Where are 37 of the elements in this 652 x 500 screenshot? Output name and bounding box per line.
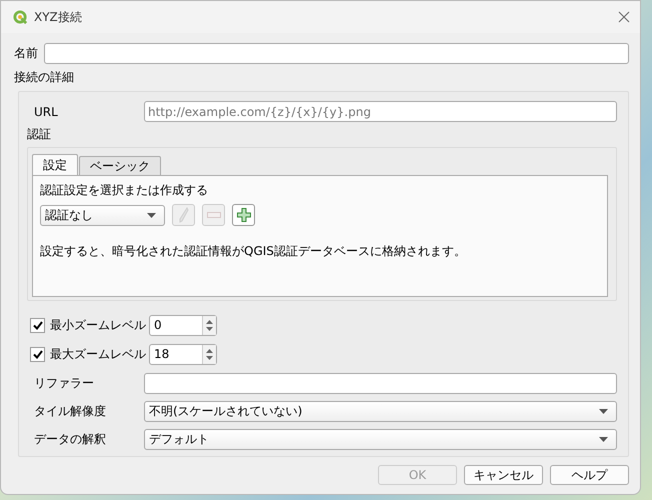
tab[interactable]: 設定	[32, 154, 78, 176]
caret-icon	[147, 212, 156, 218]
auth-config-dropdown[interactable]: 認証なし	[40, 204, 165, 226]
minus-icon	[206, 212, 220, 218]
add-button[interactable]	[232, 204, 255, 226]
url-input[interactable]: http://example.com/{z}/{x}/{y}.png	[144, 101, 617, 122]
checkbox-label: 最小ズームレベル	[49, 317, 147, 334]
caret-icon	[599, 409, 608, 414]
name-input[interactable]	[44, 43, 629, 64]
field-label: 名前	[14, 45, 38, 62]
check-icon	[32, 350, 42, 359]
field-label: データの解釈	[34, 431, 107, 448]
field-label: リファラー	[34, 375, 95, 392]
referer-input[interactable]	[144, 373, 617, 394]
tab[interactable]: ベーシック	[79, 156, 161, 176]
checkbox[interactable]	[30, 318, 45, 333]
app-logo-icon	[13, 10, 28, 24]
spin-box[interactable]: 18	[149, 344, 217, 365]
check-icon	[32, 321, 42, 330]
info-text: 設定すると、暗号化された認証情報がQGIS認証データベースに格納されます。	[40, 243, 467, 260]
field-label: URL	[34, 104, 59, 118]
spin-box[interactable]: 0	[149, 315, 217, 336]
dropdown[interactable]: 不明(スケールされていない)	[144, 401, 617, 422]
pencil-icon	[178, 207, 188, 223]
field-label: タイル解像度	[34, 403, 107, 420]
dialog-button[interactable]: ヘルプ	[550, 465, 629, 485]
section-title: 接続の詳細	[14, 69, 75, 86]
window-title: XYZ接続	[34, 8, 83, 26]
dialog-button[interactable]: キャンセル	[464, 465, 543, 485]
dropdown[interactable]: デフォルト	[144, 429, 617, 450]
checkbox-label: 最大ズームレベル	[49, 346, 147, 363]
close-icon[interactable]	[618, 11, 630, 23]
plus-icon	[236, 208, 250, 222]
prompt-text: 認証設定を選択または作成する	[40, 182, 209, 199]
caret-icon	[599, 437, 608, 442]
section-title: 認証	[27, 126, 52, 143]
checkbox[interactable]	[30, 347, 45, 362]
